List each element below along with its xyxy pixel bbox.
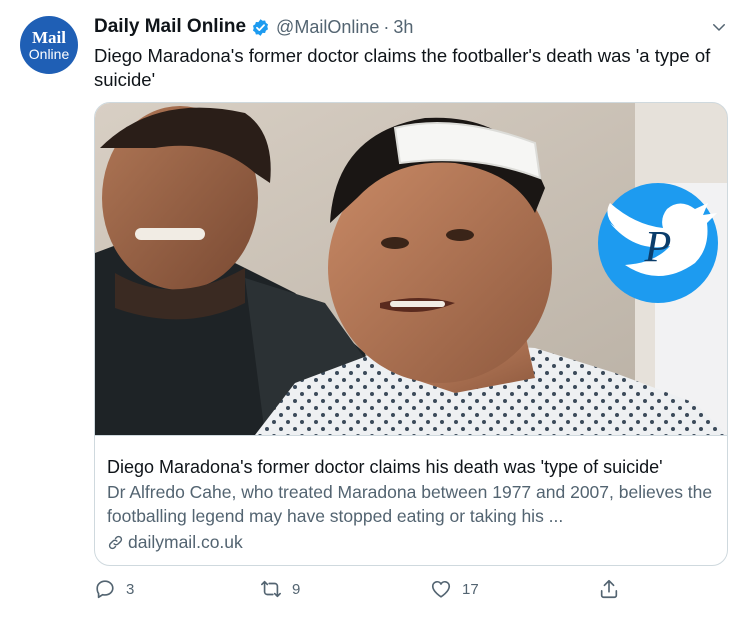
verified-badge-icon <box>253 18 269 36</box>
like-button[interactable]: 17 <box>430 578 479 600</box>
retweet-icon <box>261 580 281 598</box>
like-count: 17 <box>462 580 479 598</box>
card-image: P <box>95 103 727 435</box>
avatar-logo-line1: Mail <box>32 27 66 47</box>
tweet-timestamp[interactable]: 3h <box>393 17 413 38</box>
card-body: Diego Maradona's former doctor claims hi… <box>95 435 727 565</box>
card-domain-text: dailymail.co.uk <box>128 532 243 552</box>
heart-icon <box>431 580 451 598</box>
avatar[interactable]: Mail Online <box>20 16 78 74</box>
card-domain: dailymail.co.uk <box>107 530 715 554</box>
chevron-down-icon[interactable] <box>710 18 728 36</box>
watermark-letter: P <box>644 222 672 271</box>
reply-button[interactable]: 3 <box>94 578 134 600</box>
card-title: Diego Maradona's former doctor claims hi… <box>107 457 663 477</box>
tweet[interactable]: Mail Online Daily Mail Online @MailOnlin… <box>0 0 750 618</box>
share-icon <box>600 579 618 599</box>
separator-dot: · <box>383 16 390 37</box>
link-card[interactable]: P Diego Maradona's former doctor claims … <box>94 102 728 566</box>
avatar-logo-line2: Online <box>28 45 70 62</box>
action-bar: 3 9 17 <box>94 576 634 606</box>
retweet-button[interactable]: 9 <box>260 578 300 600</box>
link-icon <box>108 535 123 549</box>
account-name[interactable]: Daily Mail Online <box>94 16 246 38</box>
account-handle[interactable]: @MailOnline <box>276 17 379 38</box>
reply-icon <box>96 580 114 599</box>
retweet-count: 9 <box>292 580 301 598</box>
tweet-header: Daily Mail Online @MailOnline · 3h <box>94 14 730 40</box>
reply-count: 3 <box>126 580 135 598</box>
share-button[interactable] <box>598 578 630 600</box>
card-description: Dr Alfredo Cahe, who treated Maradona be… <box>107 482 713 526</box>
tweet-text: Diego Maradona's former doctor claims th… <box>94 45 711 90</box>
